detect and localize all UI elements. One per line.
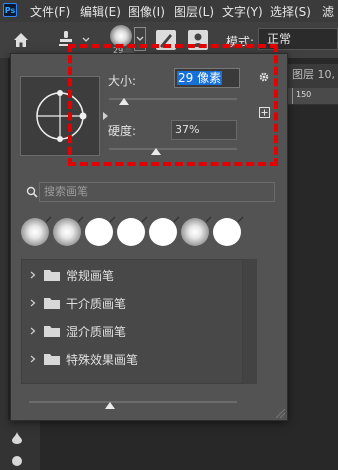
clone-source-icon: [192, 33, 204, 47]
hardness-input[interactable]: 37%: [171, 120, 237, 140]
brush-folder-item[interactable]: 干介质画笔: [22, 290, 242, 316]
resize-grip-icon[interactable]: [274, 407, 286, 419]
chevron-right-icon[interactable]: [30, 327, 36, 335]
size-value-selected: 29 像素: [177, 71, 223, 85]
brush-preset-tile[interactable]: [117, 216, 148, 248]
menu-type[interactable]: 文字(Y): [222, 3, 263, 20]
horizontal-ruler: 150: [288, 88, 338, 105]
brush-preset-tile[interactable]: [53, 216, 84, 248]
hardness-slider-thumb[interactable]: [151, 148, 162, 155]
brush-tool-icon: [77, 216, 84, 223]
menu-select[interactable]: 选择(S): [270, 3, 311, 20]
chevron-down-icon[interactable]: [82, 37, 90, 43]
brush-folder-item[interactable]: 常规画笔: [22, 262, 242, 288]
home-icon[interactable]: [12, 31, 30, 49]
toolbar-strip: [0, 58, 8, 470]
brush-folder-label: 湿介质画笔: [66, 325, 127, 339]
search-input[interactable]: 搜索画笔: [39, 182, 275, 202]
preview-size-slider-track[interactable]: [29, 401, 237, 403]
brush-preset-tile[interactable]: [21, 216, 52, 248]
menu-edit[interactable]: 编辑(E): [80, 3, 121, 20]
size-label: 大小:: [108, 74, 137, 88]
document-area: 图层 10, R 150: [288, 58, 338, 470]
menu-bar: Ps 文件(F) 编辑(E) 图像(I) 图层(L) 文字(Y) 选择(S) 滤: [0, 0, 338, 22]
brush-folder-item[interactable]: 特殊效果画笔: [22, 346, 242, 372]
brush-settings-toggle[interactable]: [156, 30, 176, 50]
brush-preset-picker[interactable]: [110, 25, 132, 47]
new-preset-icon[interactable]: [259, 107, 270, 118]
clone-stamp-icon[interactable]: [56, 29, 76, 49]
document-tab[interactable]: 图层 10, R: [288, 64, 338, 88]
ruler-tick: [292, 88, 293, 104]
blur-tool-icon[interactable]: [12, 432, 22, 444]
brush-preset-tile[interactable]: [213, 216, 244, 248]
brush-preset-panel: 大小: 29 像素 硬度: 37% 搜索画笔 常规画笔干介质画笔湿介质画笔特殊效…: [10, 44, 288, 421]
folder-icon: [44, 354, 60, 365]
brush-tool-icon: [109, 216, 116, 223]
dodge-tool-icon[interactable]: [12, 456, 22, 466]
blend-mode-select[interactable]: 正常: [258, 28, 338, 50]
ruler-number: 150: [296, 90, 312, 99]
folder-icon: [44, 270, 60, 281]
brush-folder-label: 特殊效果画笔: [66, 353, 139, 367]
brush-tool-icon: [205, 216, 212, 223]
brush-folder-item[interactable]: 湿介质画笔: [22, 318, 242, 344]
brush-folder-list: 常规画笔干介质画笔湿介质画笔特殊效果画笔: [21, 259, 243, 384]
menu-image[interactable]: 图像(I): [128, 3, 165, 20]
gear-icon[interactable]: [258, 71, 270, 83]
hardness-slider-track[interactable]: [109, 148, 237, 150]
menu-file[interactable]: 文件(F): [30, 3, 70, 20]
brush-folder-label: 干介质画笔: [66, 297, 127, 311]
search-icon: [26, 186, 38, 198]
angle-arrow-icon: [103, 112, 108, 120]
brush-preset-dropdown[interactable]: [134, 27, 146, 51]
chevron-right-icon[interactable]: [30, 271, 36, 279]
brush-tool-icon: [141, 216, 148, 223]
brush-tool-icon: [237, 216, 244, 223]
size-slider-thumb[interactable]: [119, 98, 130, 105]
folder-icon: [44, 298, 60, 309]
brush-preset-tile[interactable]: [181, 216, 212, 248]
hardness-label: 硬度:: [108, 124, 137, 138]
chevron-right-icon[interactable]: [30, 299, 36, 307]
brush-angle-preview[interactable]: [20, 76, 100, 156]
clone-source-toggle[interactable]: [188, 30, 208, 50]
chevron-down-icon: [136, 36, 144, 41]
list-scrollbar[interactable]: [243, 259, 257, 384]
chevron-right-icon[interactable]: [30, 355, 36, 363]
brush-tool-icon: [173, 216, 180, 223]
brush-folder-label: 常规画笔: [66, 269, 115, 283]
preview-size-slider-thumb[interactable]: [105, 402, 116, 409]
brush-preset-tile[interactable]: [149, 216, 180, 248]
mode-label: 模式:: [226, 35, 255, 49]
folder-icon: [44, 326, 60, 337]
panel-pointer: [121, 46, 135, 53]
photoshop-logo: Ps: [3, 3, 17, 17]
size-input[interactable]: 29 像素: [174, 68, 240, 88]
brush-preset-tile[interactable]: [85, 216, 116, 248]
brush-angle-dial[interactable]: [21, 77, 99, 155]
menu-layer[interactable]: 图层(L): [174, 3, 214, 20]
brush-settings-icon: [160, 34, 172, 48]
menu-filter[interactable]: 滤: [322, 3, 334, 20]
brush-tool-icon: [45, 216, 52, 223]
